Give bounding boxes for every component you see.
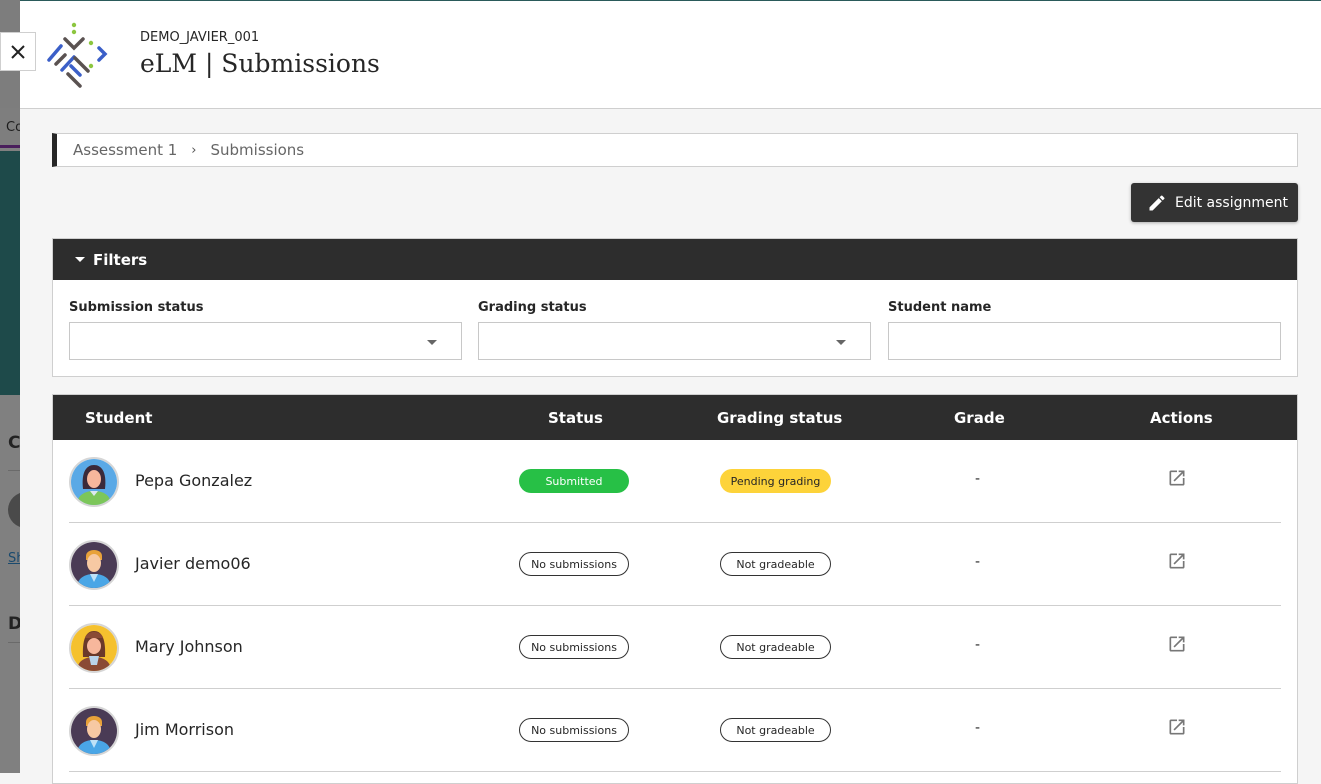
- student-name: Javier demo06: [135, 554, 251, 573]
- grade-value: -: [975, 720, 981, 736]
- dropdown-arrow-icon: [427, 340, 437, 345]
- column-status: Status: [548, 409, 603, 427]
- grade-value: -: [975, 554, 981, 570]
- grade-value: -: [975, 637, 981, 653]
- table-row: Jim Morrison No submissions Not gradeabl…: [69, 689, 1281, 772]
- course-code: DEMO_JAVIER_001: [140, 30, 260, 45]
- column-actions: Actions: [1150, 409, 1213, 427]
- external-link-icon: [1169, 719, 1185, 735]
- edit-assignment-button[interactable]: Edit assignment: [1131, 183, 1298, 222]
- external-link-icon: [1169, 553, 1185, 569]
- pencil-icon: [1149, 194, 1165, 210]
- open-submission-button[interactable]: [1167, 634, 1187, 658]
- filters-toggle[interactable]: Filters: [53, 239, 1297, 280]
- grading-status-badge: Not gradeable: [720, 552, 831, 576]
- status-badge: No submissions: [519, 635, 629, 659]
- table-row: Javier demo06 No submissions Not gradeab…: [69, 523, 1281, 606]
- student-name-filter: Student name: [888, 300, 1281, 360]
- submission-status-select[interactable]: [69, 322, 462, 360]
- background-link: Sh: [8, 551, 20, 566]
- status-badge: Submitted: [519, 469, 629, 493]
- student-name: Pepa Gonzalez: [135, 471, 253, 490]
- column-grading-status: Grading status: [717, 409, 843, 427]
- grading-status-filter: Grading status: [478, 300, 871, 360]
- grading-status-badge: Pending grading: [720, 469, 831, 493]
- elm-logo-icon: [47, 22, 108, 88]
- avatar: [69, 457, 119, 507]
- close-button[interactable]: [0, 32, 36, 71]
- background-page: Co C Sh D: [0, 0, 20, 773]
- open-submission-button[interactable]: [1167, 717, 1187, 741]
- avatar: [69, 623, 119, 673]
- background-avatar: [8, 492, 20, 528]
- page-title: eLM | Submissions: [140, 49, 380, 78]
- submissions-table: Student Status Grading status Grade Acti…: [52, 394, 1298, 784]
- avatar: [69, 540, 119, 590]
- panel-header: DEMO_JAVIER_001 eLM | Submissions: [0, 1, 1321, 109]
- table-header: Student Status Grading status Grade Acti…: [53, 395, 1297, 440]
- grading-status-select[interactable]: [478, 322, 871, 360]
- student-name: Mary Johnson: [135, 637, 243, 656]
- column-student: Student: [85, 409, 153, 427]
- close-icon: [11, 44, 25, 59]
- open-submission-button[interactable]: [1167, 468, 1187, 492]
- breadcrumb-item-submissions: Submissions: [210, 141, 305, 159]
- grading-status-badge: Not gradeable: [720, 718, 831, 742]
- grading-status-badge: Not gradeable: [720, 635, 831, 659]
- dropdown-arrow-icon: [836, 340, 846, 345]
- status-badge: No submissions: [519, 552, 629, 576]
- background-nav: Co: [0, 108, 20, 148]
- student-name: Jim Morrison: [135, 720, 235, 739]
- grade-value: -: [975, 471, 981, 487]
- table-row: Mary Johnson No submissions Not gradeabl…: [69, 606, 1281, 689]
- external-link-icon: [1169, 470, 1185, 486]
- student-name-input[interactable]: [888, 322, 1281, 360]
- breadcrumb: Assessment 1 › Submissions: [52, 133, 1298, 167]
- chevron-right-icon: ›: [191, 142, 197, 158]
- caret-down-icon: [75, 257, 85, 262]
- submissions-panel: DEMO_JAVIER_001 eLM | Submissions Assess…: [0, 0, 1321, 784]
- filters-panel: Filters Submission status Grading status…: [52, 238, 1298, 377]
- status-badge: No submissions: [519, 718, 629, 742]
- submission-status-filter: Submission status: [69, 300, 462, 360]
- column-grade: Grade: [954, 409, 1005, 427]
- external-link-icon: [1169, 636, 1185, 652]
- background-banner: [0, 151, 20, 395]
- table-row: Pepa Gonzalez Submitted Pending grading …: [69, 440, 1281, 523]
- open-submission-button[interactable]: [1167, 551, 1187, 575]
- breadcrumb-item-assessment[interactable]: Assessment 1: [73, 141, 177, 159]
- avatar: [69, 706, 119, 756]
